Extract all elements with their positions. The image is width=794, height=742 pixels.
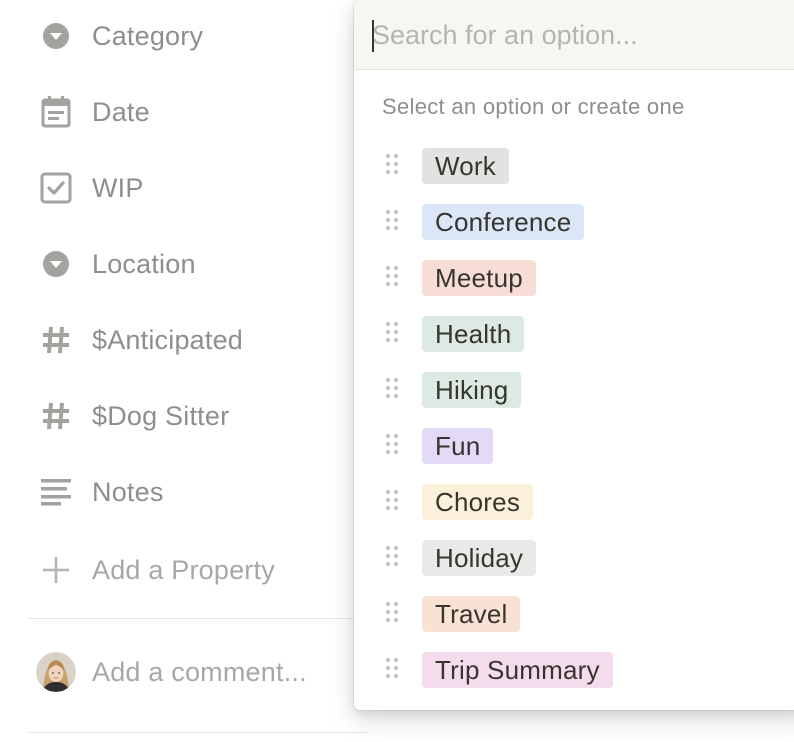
drag-handle-icon[interactable] [384,208,400,236]
property-label: WIP [92,172,144,203]
select-caret-icon [36,244,76,284]
dropdown-hint: Select an option or create one [382,94,685,119]
plus-icon [36,550,76,590]
option-item[interactable]: Chores [354,474,794,530]
drag-handle-icon[interactable] [384,600,400,628]
option-item[interactable]: Hiking [354,362,794,418]
option-tag[interactable]: Travel [422,596,521,632]
property-label: $Dog Sitter [92,400,230,431]
property-label: Notes [92,476,164,507]
property-label: Category [92,20,204,51]
property-label: $Anticipated [92,324,244,355]
option-item[interactable]: Fun [354,418,794,474]
option-item[interactable]: Conference [354,194,794,250]
option-tag[interactable]: Holiday [422,540,537,576]
properties-panel: Category Date WIP Location $Anticipated … [0,0,368,742]
property-label: Date [92,96,150,127]
drag-handle-icon[interactable] [384,656,400,684]
search-input[interactable] [372,10,772,60]
property-category[interactable]: Category [36,16,203,56]
avatar [36,652,76,692]
option-tag[interactable]: Hiking [422,372,522,408]
add-comment-placeholder: Add a comment... [92,656,307,687]
checkbox-icon [36,168,76,208]
option-item[interactable]: Work [354,138,794,194]
option-tag[interactable]: Fun [422,428,494,464]
property-date[interactable]: Date [36,92,150,132]
option-item[interactable]: Travel [354,586,794,642]
add-comment-row[interactable]: Add a comment... [36,652,307,692]
option-tag[interactable]: Meetup [422,260,536,296]
property-dog-sitter[interactable]: $Dog Sitter [36,396,229,436]
property-label: Location [92,248,196,279]
property-notes[interactable]: Notes [36,472,164,512]
option-tag[interactable]: Work [422,148,509,184]
search-bar [354,0,794,70]
add-property-button[interactable]: Add a Property [36,550,275,590]
drag-handle-icon[interactable] [384,488,400,516]
property-anticipated[interactable]: $Anticipated [36,320,243,360]
number-hash-icon [36,396,76,436]
add-property-label: Add a Property [92,554,275,585]
option-tag[interactable]: Conference [422,204,585,240]
option-item[interactable]: Holiday [354,530,794,586]
option-tag[interactable]: Chores [422,484,534,520]
select-caret-icon [36,16,76,56]
option-dropdown: Select an option or create one Work Confe… [354,0,794,710]
property-location[interactable]: Location [36,244,196,284]
text-cursor [372,20,374,52]
drag-handle-icon[interactable] [384,320,400,348]
option-tag[interactable]: Trip Summary [422,652,613,688]
drag-handle-icon[interactable] [384,432,400,460]
drag-handle-icon[interactable] [384,264,400,292]
calendar-icon [36,92,76,132]
drag-handle-icon[interactable] [384,544,400,572]
divider [28,618,368,619]
text-lines-icon [36,472,76,512]
drag-handle-icon[interactable] [384,376,400,404]
option-item[interactable]: Trip Summary [354,642,794,698]
drag-handle-icon[interactable] [384,152,400,180]
option-tag[interactable]: Health [422,316,525,352]
option-item[interactable]: Health [354,306,794,362]
divider [28,732,368,733]
option-item[interactable]: Meetup [354,250,794,306]
property-wip[interactable]: WIP [36,168,144,208]
number-hash-icon [36,320,76,360]
